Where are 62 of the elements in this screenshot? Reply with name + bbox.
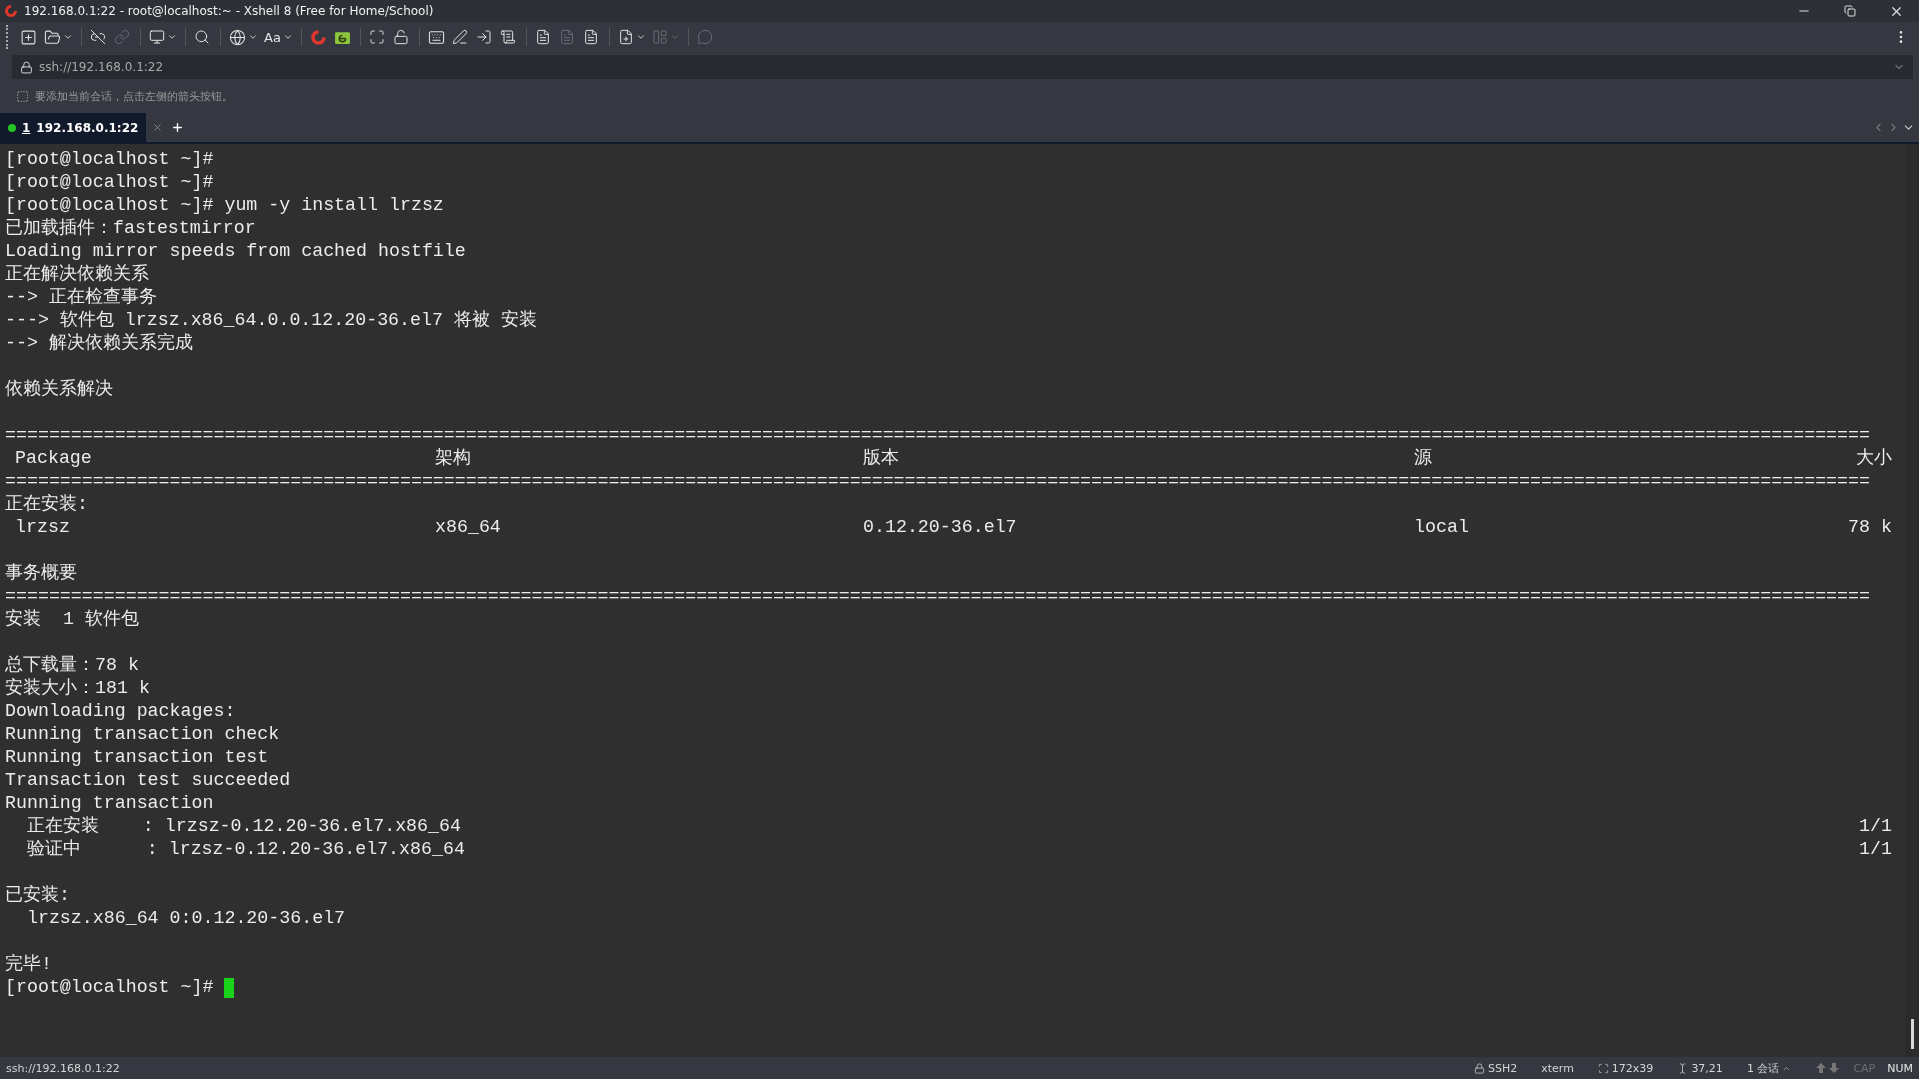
size-icon	[1597, 1062, 1609, 1074]
terminal-line: 验证中 : lrzsz-0.12.20-36.el7.x86_64	[25, 838, 465, 861]
terminal-line: --> 解决依赖关系完成	[5, 332, 193, 355]
terminal-type: xterm	[1541, 1061, 1574, 1075]
progress-count: 1/1	[1859, 815, 1893, 838]
separator-line: ==========================================================================================================================================================================	[5, 585, 1870, 608]
terminal-line: 已加载插件：fastestmirror	[5, 217, 256, 240]
address-bar[interactable]: ssh://192.168.0.1:22	[12, 55, 1913, 79]
table-cell-text: lrzsz	[14, 516, 71, 539]
terminal-line: Running transaction test	[5, 746, 269, 769]
terminal-size: 172x39	[1611, 1061, 1654, 1075]
terminal-line: [root@localhost ~]#	[5, 148, 214, 171]
terminal-line: [root@localhost ~]#	[5, 171, 214, 194]
terminal-line: 安装大小：181 k	[5, 677, 150, 700]
lock-icon	[20, 60, 33, 74]
session-tab[interactable]: 1 192.168.0.1:22	[0, 113, 147, 142]
terminal-line: 已安装:	[5, 884, 70, 907]
terminal-line: 依赖关系解决	[5, 378, 113, 401]
terminal-line: 正在解决依赖关系	[5, 263, 149, 286]
terminal-line: Transaction test succeeded	[5, 769, 291, 792]
terminal-line: Loading mirror speeds from cached hostfile	[5, 240, 466, 263]
session-count: 1 会话	[1746, 1060, 1780, 1076]
table-cell-text: local	[1414, 516, 1470, 539]
terminal-line: [root@localhost ~]# yum -y install lrzsz	[5, 194, 444, 217]
progress-count: 1/1	[1859, 838, 1893, 861]
terminal-line: Running transaction	[5, 792, 214, 815]
transfer-arrows-icon	[1815, 1062, 1842, 1074]
table-cell-text: x86_64	[435, 516, 502, 539]
scrollbar[interactable]	[1905, 144, 1919, 1057]
table-cell: 大小	[1856, 447, 1892, 470]
hint-text: 要添加当前会话，点击左侧的箭头按钮。	[35, 88, 233, 104]
key-indicator: NUM	[1887, 1061, 1913, 1075]
lock-icon	[1473, 1062, 1485, 1074]
terminal-line: --> 正在检查事务	[5, 286, 157, 309]
separator-line: ==========================================================================================================================================================================	[5, 470, 1870, 493]
terminal-line: lrzsz.x86_64 0:0.12.20-36.el7	[25, 907, 346, 930]
app-logo-icon	[4, 4, 18, 18]
terminal-prompt: [root@localhost ~]#	[5, 976, 215, 999]
address-field[interactable]: ssh://192.168.0.1:22	[39, 60, 1887, 74]
window-title: 192.168.0.1:22 - root@localhost:~ - Xshell 8 (Free for Home/School)	[24, 4, 435, 18]
connection-address: ssh://192.168.0.1:22	[6, 1061, 120, 1075]
restore-icon[interactable]	[1844, 5, 1856, 17]
separator-line: ==========================================================================================================================================================================	[5, 424, 1870, 447]
terminal-line: 正在安装:	[5, 493, 88, 516]
table-cell-text: 0.12.20-36.el7	[863, 516, 1018, 539]
table-cell: 78 k	[1848, 516, 1892, 539]
cursor-position: 37,21	[1691, 1061, 1723, 1075]
terminal-line: 完毕!	[5, 953, 52, 976]
table-cell-text: 架构	[435, 447, 472, 470]
table-cell-text: Package	[14, 447, 93, 470]
terminal-line: 事务概要	[5, 562, 77, 585]
caret-icon[interactable]	[282, 32, 293, 42]
terminal-line: ---> 软件包 lrzsz.x86_64.0.0.12.20-36.el7 将被 安装	[5, 309, 537, 332]
terminal-line: 总下载量：78 k	[5, 654, 139, 677]
terminal-line: 正在安装 : lrzsz-0.12.20-36.el7.x86_64	[25, 815, 461, 838]
font-button[interactable]: Aa	[262, 25, 295, 49]
terminal-line: 安装 1 软件包	[5, 608, 139, 631]
terminal-line: Downloading packages:	[5, 700, 236, 723]
table-cell-text: 源	[1414, 447, 1433, 470]
terminal-line: Running transaction check	[5, 723, 280, 746]
protocol-label: SSH2	[1487, 1061, 1518, 1075]
table-cell-text: 版本	[863, 447, 900, 470]
